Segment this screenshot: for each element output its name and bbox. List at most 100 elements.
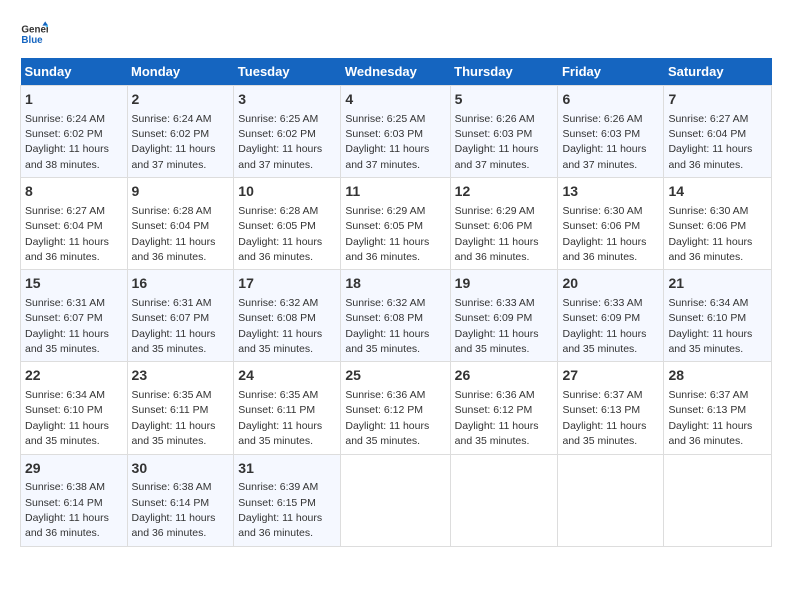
day-sunrise: Sunrise: 6:33 AM (455, 297, 535, 309)
calendar-cell: 29 Sunrise: 6:38 AM Sunset: 6:14 PM Dayl… (21, 454, 128, 546)
calendar-cell: 20 Sunrise: 6:33 AM Sunset: 6:09 PM Dayl… (558, 270, 664, 362)
calendar-cell: 21 Sunrise: 6:34 AM Sunset: 6:10 PM Dayl… (664, 270, 772, 362)
day-number: 17 (238, 274, 336, 294)
calendar-cell: 17 Sunrise: 6:32 AM Sunset: 6:08 PM Dayl… (234, 270, 341, 362)
header-friday: Friday (558, 58, 664, 86)
day-number: 11 (345, 182, 445, 202)
day-daylight: Daylight: 11 hours and 37 minutes. (238, 143, 322, 170)
header-sunday: Sunday (21, 58, 128, 86)
calendar-cell: 25 Sunrise: 6:36 AM Sunset: 6:12 PM Dayl… (341, 362, 450, 454)
calendar-cell: 19 Sunrise: 6:33 AM Sunset: 6:09 PM Dayl… (450, 270, 558, 362)
day-sunset: Sunset: 6:09 PM (455, 312, 533, 324)
day-sunrise: Sunrise: 6:34 AM (25, 389, 105, 401)
day-daylight: Daylight: 11 hours and 35 minutes. (562, 328, 646, 355)
day-sunrise: Sunrise: 6:30 AM (562, 205, 642, 217)
day-daylight: Daylight: 11 hours and 38 minutes. (25, 143, 109, 170)
day-number: 30 (132, 459, 230, 479)
day-number: 22 (25, 366, 123, 386)
day-sunset: Sunset: 6:12 PM (345, 404, 423, 416)
day-daylight: Daylight: 11 hours and 36 minutes. (668, 236, 752, 263)
header-tuesday: Tuesday (234, 58, 341, 86)
header-wednesday: Wednesday (341, 58, 450, 86)
day-number: 3 (238, 90, 336, 110)
day-sunrise: Sunrise: 6:39 AM (238, 481, 318, 493)
day-sunset: Sunset: 6:05 PM (345, 220, 423, 232)
day-sunset: Sunset: 6:06 PM (562, 220, 640, 232)
day-daylight: Daylight: 11 hours and 35 minutes. (132, 328, 216, 355)
day-number: 21 (668, 274, 767, 294)
calendar-cell: 14 Sunrise: 6:30 AM Sunset: 6:06 PM Dayl… (664, 178, 772, 270)
day-sunrise: Sunrise: 6:31 AM (25, 297, 105, 309)
day-sunset: Sunset: 6:12 PM (455, 404, 533, 416)
day-number: 26 (455, 366, 554, 386)
day-sunrise: Sunrise: 6:30 AM (668, 205, 748, 217)
day-sunrise: Sunrise: 6:27 AM (668, 113, 748, 125)
calendar-cell: 5 Sunrise: 6:26 AM Sunset: 6:03 PM Dayli… (450, 86, 558, 178)
calendar-week-3: 15 Sunrise: 6:31 AM Sunset: 6:07 PM Dayl… (21, 270, 772, 362)
day-sunset: Sunset: 6:11 PM (132, 404, 209, 416)
day-number: 2 (132, 90, 230, 110)
calendar-cell: 24 Sunrise: 6:35 AM Sunset: 6:11 PM Dayl… (234, 362, 341, 454)
day-sunrise: Sunrise: 6:34 AM (668, 297, 748, 309)
day-daylight: Daylight: 11 hours and 36 minutes. (668, 420, 752, 447)
day-sunset: Sunset: 6:02 PM (25, 128, 103, 140)
calendar-cell: 8 Sunrise: 6:27 AM Sunset: 6:04 PM Dayli… (21, 178, 128, 270)
day-sunset: Sunset: 6:14 PM (132, 497, 210, 509)
day-number: 14 (668, 182, 767, 202)
day-number: 27 (562, 366, 659, 386)
day-number: 4 (345, 90, 445, 110)
day-daylight: Daylight: 11 hours and 35 minutes. (455, 328, 539, 355)
calendar-cell: 10 Sunrise: 6:28 AM Sunset: 6:05 PM Dayl… (234, 178, 341, 270)
day-number: 19 (455, 274, 554, 294)
day-sunrise: Sunrise: 6:37 AM (668, 389, 748, 401)
day-sunrise: Sunrise: 6:35 AM (132, 389, 212, 401)
day-daylight: Daylight: 11 hours and 36 minutes. (668, 143, 752, 170)
day-daylight: Daylight: 11 hours and 36 minutes. (562, 236, 646, 263)
day-number: 9 (132, 182, 230, 202)
svg-text:Blue: Blue (21, 35, 43, 46)
calendar-cell: 16 Sunrise: 6:31 AM Sunset: 6:07 PM Dayl… (127, 270, 234, 362)
day-sunrise: Sunrise: 6:27 AM (25, 205, 105, 217)
day-number: 15 (25, 274, 123, 294)
day-sunset: Sunset: 6:02 PM (132, 128, 210, 140)
day-sunset: Sunset: 6:10 PM (25, 404, 103, 416)
day-number: 7 (668, 90, 767, 110)
day-daylight: Daylight: 11 hours and 35 minutes. (562, 420, 646, 447)
day-sunset: Sunset: 6:04 PM (25, 220, 103, 232)
day-number: 25 (345, 366, 445, 386)
day-sunset: Sunset: 6:13 PM (668, 404, 746, 416)
day-daylight: Daylight: 11 hours and 35 minutes. (132, 420, 216, 447)
day-daylight: Daylight: 11 hours and 37 minutes. (132, 143, 216, 170)
day-daylight: Daylight: 11 hours and 35 minutes. (25, 328, 109, 355)
calendar-cell: 30 Sunrise: 6:38 AM Sunset: 6:14 PM Dayl… (127, 454, 234, 546)
calendar-week-5: 29 Sunrise: 6:38 AM Sunset: 6:14 PM Dayl… (21, 454, 772, 546)
calendar-cell: 27 Sunrise: 6:37 AM Sunset: 6:13 PM Dayl… (558, 362, 664, 454)
day-sunrise: Sunrise: 6:28 AM (132, 205, 212, 217)
logo: General Blue (20, 20, 52, 48)
day-sunset: Sunset: 6:03 PM (562, 128, 640, 140)
day-daylight: Daylight: 11 hours and 35 minutes. (455, 420, 539, 447)
day-sunset: Sunset: 6:14 PM (25, 497, 103, 509)
day-daylight: Daylight: 11 hours and 35 minutes. (238, 420, 322, 447)
day-number: 8 (25, 182, 123, 202)
calendar-cell (664, 454, 772, 546)
day-sunrise: Sunrise: 6:32 AM (345, 297, 425, 309)
day-number: 28 (668, 366, 767, 386)
day-number: 20 (562, 274, 659, 294)
day-number: 24 (238, 366, 336, 386)
day-sunrise: Sunrise: 6:35 AM (238, 389, 318, 401)
day-daylight: Daylight: 11 hours and 36 minutes. (455, 236, 539, 263)
day-sunset: Sunset: 6:06 PM (668, 220, 746, 232)
day-sunset: Sunset: 6:08 PM (238, 312, 316, 324)
day-daylight: Daylight: 11 hours and 35 minutes. (668, 328, 752, 355)
calendar-header-row: SundayMondayTuesdayWednesdayThursdayFrid… (21, 58, 772, 86)
day-sunrise: Sunrise: 6:36 AM (455, 389, 535, 401)
day-number: 6 (562, 90, 659, 110)
day-daylight: Daylight: 11 hours and 35 minutes. (238, 328, 322, 355)
page-header: General Blue (20, 20, 772, 48)
header-monday: Monday (127, 58, 234, 86)
calendar-cell: 7 Sunrise: 6:27 AM Sunset: 6:04 PM Dayli… (664, 86, 772, 178)
day-sunset: Sunset: 6:06 PM (455, 220, 533, 232)
day-daylight: Daylight: 11 hours and 36 minutes. (238, 236, 322, 263)
day-number: 10 (238, 182, 336, 202)
